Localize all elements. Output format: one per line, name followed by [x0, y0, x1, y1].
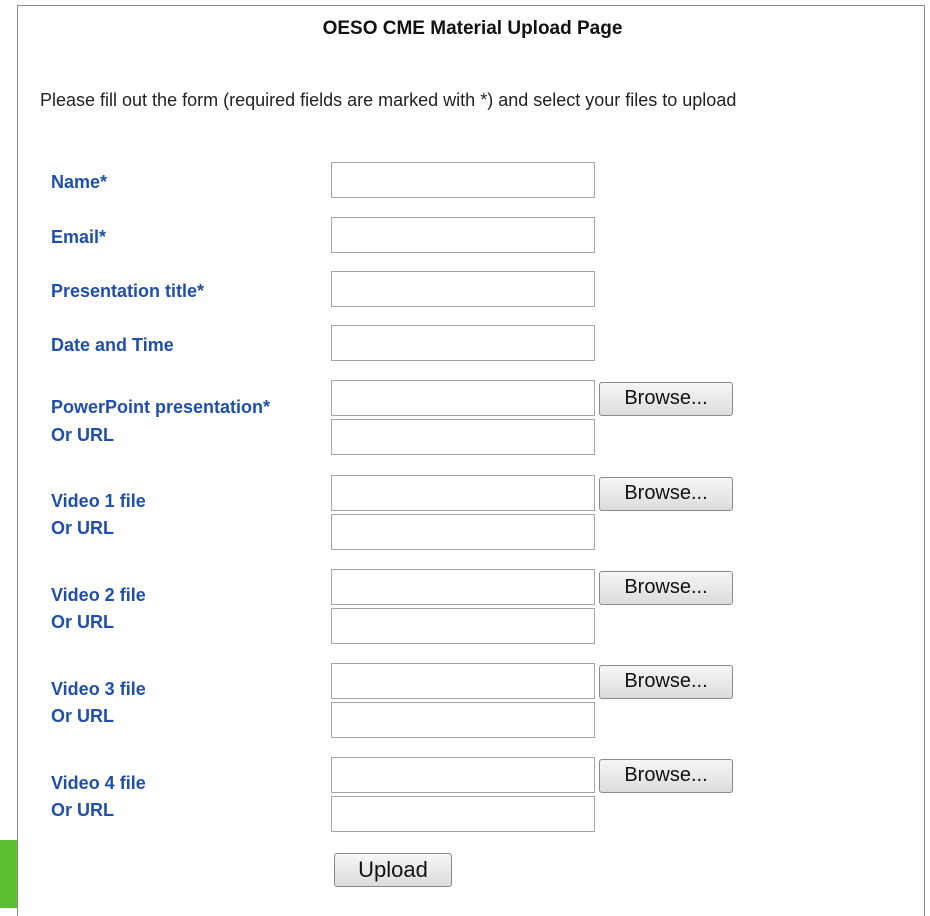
video1-file-field[interactable]	[331, 475, 595, 511]
video4-browse-button[interactable]: Browse...	[599, 759, 733, 793]
powerpoint-browse-button[interactable]: Browse...	[599, 382, 733, 416]
video1-browse-button[interactable]: Browse...	[599, 477, 733, 511]
video3-browse-button[interactable]: Browse...	[599, 665, 733, 699]
powerpoint-label: PowerPoint presentation*	[51, 397, 271, 417]
video3-label: Video 3 file	[51, 679, 146, 699]
video2-file-field[interactable]	[331, 569, 595, 605]
video1-label: Video 1 file	[51, 491, 146, 511]
instructions-text: Please fill out the form (required field…	[40, 90, 737, 110]
video3-or-url-label: Or URL	[51, 706, 114, 726]
date-time-field[interactable]	[331, 325, 595, 361]
powerpoint-url-field[interactable]	[331, 419, 595, 455]
video4-file-field[interactable]	[331, 757, 595, 793]
presentation-title-field[interactable]	[331, 271, 595, 307]
green-side-tab	[0, 840, 17, 908]
name-field[interactable]	[331, 162, 595, 198]
powerpoint-file-field[interactable]	[331, 380, 595, 416]
video2-browse-button[interactable]: Browse...	[599, 571, 733, 605]
video3-file-field[interactable]	[331, 663, 595, 699]
video4-or-url-label: Or URL	[51, 800, 114, 820]
video3-url-field[interactable]	[331, 702, 595, 738]
powerpoint-or-url-label: Or URL	[51, 425, 114, 445]
upload-button[interactable]: Upload	[334, 853, 452, 887]
email-field[interactable]	[331, 217, 595, 253]
email-label: Email*	[51, 227, 107, 247]
video2-url-field[interactable]	[331, 608, 595, 644]
video2-or-url-label: Or URL	[51, 612, 114, 632]
video1-url-field[interactable]	[331, 514, 595, 550]
video4-url-field[interactable]	[331, 796, 595, 832]
video2-label: Video 2 file	[51, 585, 146, 605]
page-title: OESO CME Material Upload Page	[322, 18, 623, 39]
name-label: Name*	[51, 172, 108, 192]
date-time-label: Date and Time	[51, 335, 174, 355]
video1-or-url-label: Or URL	[51, 518, 114, 538]
video4-label: Video 4 file	[51, 773, 146, 793]
presentation-title-label: Presentation title*	[51, 281, 205, 301]
